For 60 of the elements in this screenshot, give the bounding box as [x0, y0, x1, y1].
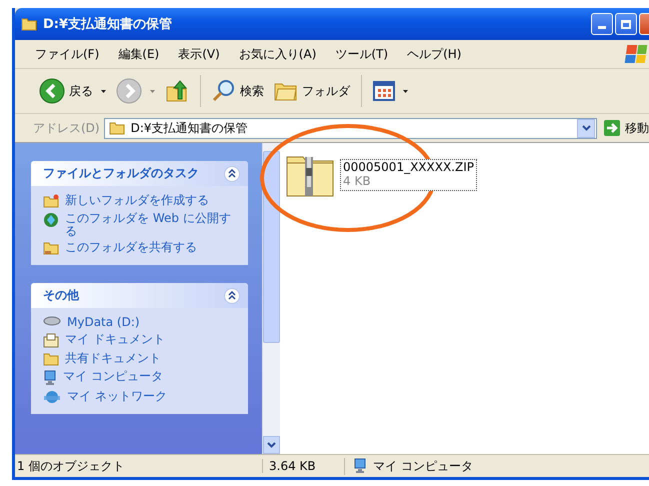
task-link[interactable]: マイ コンピュータ: [63, 370, 163, 382]
file-size: 4 KB: [343, 175, 372, 189]
panel-title: ファイルとフォルダのタスク: [43, 165, 199, 182]
task-link[interactable]: マイ ネットワーク: [67, 390, 167, 402]
file-label[interactable]: 00005001_XXXXX.ZIP 4 KB: [340, 159, 477, 191]
collapse-icon[interactable]: [224, 288, 240, 304]
panel-title: その他: [43, 287, 79, 304]
status-text: マイ コンピュータ: [373, 458, 473, 474]
collapse-icon[interactable]: [224, 166, 240, 182]
dropdown-icon[interactable]: [577, 118, 595, 138]
menu-item[interactable]: 表示(V): [178, 46, 220, 62]
menu-item[interactable]: お気に入り(A): [238, 46, 316, 62]
task-link[interactable]: 新しいフォルダを作成する: [65, 194, 209, 207]
computer-icon: [43, 370, 57, 386]
caret-icon: [403, 90, 408, 92]
views-icon: [373, 81, 395, 101]
caret-icon: [150, 90, 155, 92]
status-text: 1 個のオブジェクト: [16, 458, 126, 474]
views-button[interactable]: [371, 79, 410, 103]
task-link[interactable]: マイ ドキュメント: [65, 332, 165, 346]
folder-icon: [43, 352, 59, 366]
search-button[interactable]: 検索: [210, 77, 266, 105]
address-label: アドレス(D): [33, 120, 100, 136]
drive-icon: [43, 316, 61, 326]
scrollbar[interactable]: [262, 143, 280, 454]
maximize-button[interactable]: [615, 13, 637, 35]
back-button[interactable]: 戻る: [37, 76, 108, 106]
folders-button[interactable]: フォルダ: [272, 78, 352, 104]
task-link[interactable]: MyData (D:): [67, 316, 140, 329]
shared-folder-icon: [43, 241, 59, 256]
windows-logo-icon: [624, 45, 648, 63]
scroll-thumb[interactable]: [263, 151, 280, 343]
documents-icon: [43, 332, 59, 348]
menu-item[interactable]: ヘルプ(H): [407, 46, 462, 62]
folder-icon: [108, 121, 125, 135]
task-link[interactable]: このフォルダを Web に公開する: [65, 212, 240, 238]
menu-item[interactable]: 編集(E): [118, 46, 160, 62]
task-link[interactable]: このフォルダを共有する: [65, 241, 197, 254]
task-link[interactable]: 共有ドキュメント: [65, 352, 161, 364]
scroll-down-icon[interactable]: [263, 436, 280, 454]
address-field[interactable]: D:¥支払通知書の保管: [104, 118, 597, 138]
panel-header[interactable]: ファイルとフォルダのタスク: [31, 161, 248, 186]
search-icon: [212, 79, 236, 103]
computer-icon: [353, 458, 367, 474]
status-text: 3.64 KB: [262, 459, 344, 473]
forward-button[interactable]: [114, 76, 157, 106]
go-button[interactable]: 移動: [601, 119, 649, 137]
menu-item[interactable]: ツール(T): [335, 46, 388, 62]
minimize-button[interactable]: [591, 13, 613, 35]
panel-header[interactable]: その他: [31, 283, 248, 308]
window-title: D:¥支払通知書の保管: [43, 16, 174, 33]
network-icon: [43, 390, 61, 404]
globe-icon: [43, 212, 59, 228]
menu-item[interactable]: ファイル(F): [35, 46, 100, 62]
new-folder-icon: [43, 194, 59, 208]
caret-icon: [101, 90, 106, 92]
folder-icon: [21, 17, 37, 31]
file-name: 00005001_XXXXX.ZIP: [343, 161, 474, 175]
up-folder-icon: [165, 79, 189, 103]
address-text: D:¥支払通知書の保管: [130, 120, 249, 136]
